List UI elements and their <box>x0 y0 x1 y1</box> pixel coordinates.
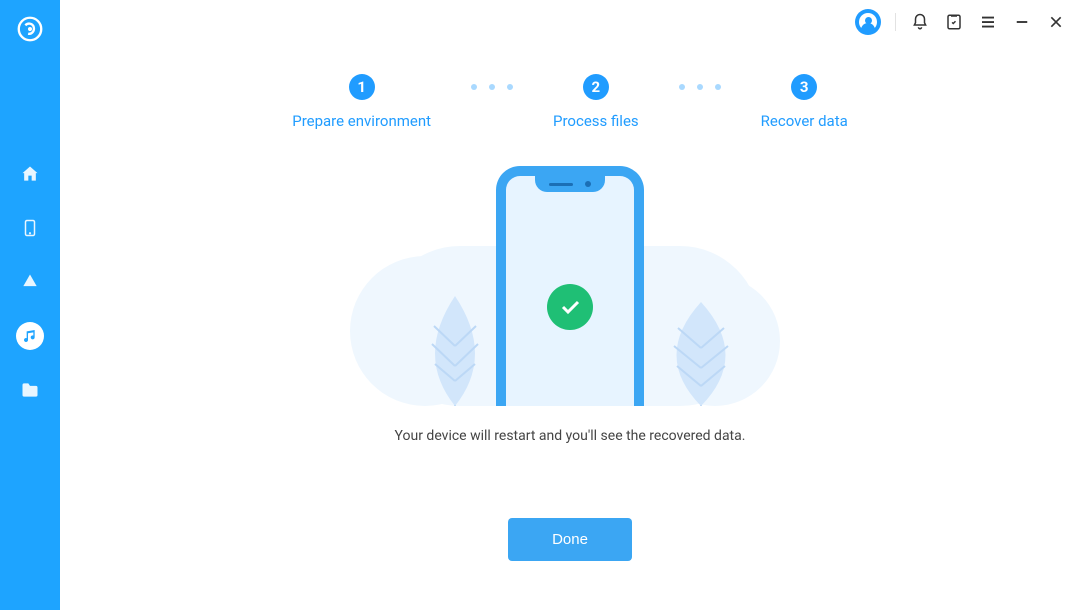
titlebar-divider <box>895 13 896 31</box>
task-icon[interactable] <box>944 12 964 32</box>
bell-icon[interactable] <box>910 12 930 32</box>
step-2: 2 Process files <box>553 74 639 130</box>
phone-notch <box>535 176 605 192</box>
sidebar-item-home[interactable] <box>16 160 44 188</box>
checkmark-icon <box>547 284 593 330</box>
done-button[interactable]: Done <box>508 518 632 561</box>
sidebar-item-folder[interactable] <box>16 376 44 404</box>
step-3: 3 Recover data <box>761 74 848 130</box>
step-label: Process files <box>553 112 639 130</box>
step-number: 1 <box>349 74 375 100</box>
close-icon[interactable] <box>1046 12 1066 32</box>
sidebar-item-music[interactable] <box>16 322 44 350</box>
main-content: 1 Prepare environment 2 Process files 3 … <box>60 44 1080 610</box>
step-label: Recover data <box>761 112 848 130</box>
sidebar-item-phone[interactable] <box>16 214 44 242</box>
step-connector <box>679 84 721 90</box>
step-number: 3 <box>791 74 817 100</box>
account-icon[interactable] <box>855 9 881 35</box>
sidebar-item-cloud[interactable] <box>16 268 44 296</box>
sidebar <box>0 0 60 610</box>
step-connector <box>471 84 513 90</box>
illustration <box>360 166 780 406</box>
titlebar <box>0 0 1080 44</box>
step-label: Prepare environment <box>292 112 431 130</box>
step-1: 1 Prepare environment <box>292 74 431 130</box>
minimize-icon[interactable] <box>1012 12 1032 32</box>
status-message: Your device will restart and you'll see … <box>60 428 1080 444</box>
menu-icon[interactable] <box>978 12 998 32</box>
leaf-left-icon <box>420 286 490 406</box>
steps-indicator: 1 Prepare environment 2 Process files 3 … <box>60 74 1080 130</box>
leaf-right-icon <box>662 296 740 406</box>
step-number: 2 <box>583 74 609 100</box>
phone-illustration <box>496 166 644 406</box>
